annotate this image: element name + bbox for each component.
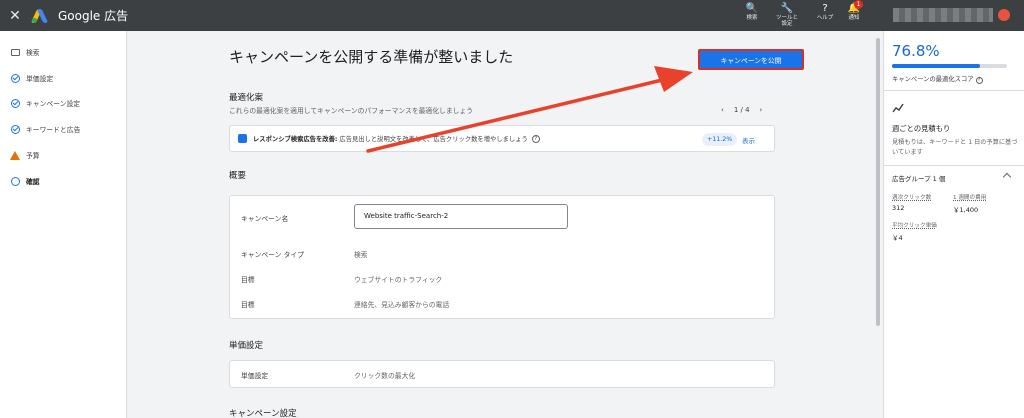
sidebar: 検索 単価設定 キャンペーン設定 キーワードと広告 予算 確認 bbox=[0, 31, 127, 418]
help-tool[interactable]: ? ヘルプ bbox=[812, 0, 838, 31]
page-title: キャンペーンを公開する準備が整いました bbox=[229, 48, 514, 66]
sidebar-item-review[interactable]: 確認 bbox=[10, 174, 40, 188]
goal-label: 目標 bbox=[241, 301, 255, 309]
bidding-title: 単価設定 bbox=[229, 341, 264, 351]
goal-value: ウェブサイトのトラフィック bbox=[354, 276, 443, 284]
sidebar-item-keywords-ads[interactable]: キーワードと広告 bbox=[10, 122, 80, 136]
help-icon[interactable]: ? bbox=[975, 77, 983, 84]
trending-icon bbox=[892, 103, 904, 113]
bidding-card: 単価設定 クリック数の最大化 bbox=[229, 360, 775, 388]
campaign-type-value: 検索 bbox=[354, 251, 368, 259]
chevron-left-icon[interactable]: ‹ bbox=[721, 106, 724, 114]
close-icon[interactable]: ✕ bbox=[0, 8, 30, 24]
check-circle-icon bbox=[10, 98, 20, 108]
metric-value: ￥4 bbox=[892, 234, 903, 242]
metric-label: 週次クリック数 bbox=[892, 195, 932, 201]
notifications-tool[interactable]: 🔔 1 通知 bbox=[841, 0, 867, 31]
top-bar: ✕ Google 広告 🔍 検索 🔧 ツールと設定 ? ヘルプ 🔔 1 通知 bbox=[0, 0, 1024, 31]
weekly-estimate-title: 週ごとの見積もり bbox=[892, 124, 951, 133]
recommendation-pager: ‹ 1 / 4 › bbox=[721, 106, 763, 114]
metric-value: ￥1,400 bbox=[953, 206, 979, 214]
tools-settings-tool[interactable]: 🔧 ツールと設定 bbox=[774, 0, 800, 31]
account-info-blurred[interactable] bbox=[893, 8, 993, 22]
uplift-badge: +11.2% bbox=[702, 133, 738, 146]
google-ads-logo-icon bbox=[30, 8, 52, 23]
divider bbox=[884, 90, 1024, 91]
bidding-label: 単価設定 bbox=[241, 372, 269, 380]
sidebar-item-campaign-settings[interactable]: キャンペーン設定 bbox=[10, 96, 80, 110]
help-icon: ? bbox=[822, 3, 828, 14]
chevron-up-icon[interactable] bbox=[1002, 172, 1012, 182]
search-icon: 🔍 bbox=[745, 3, 759, 14]
check-circle-icon bbox=[10, 73, 20, 83]
score-label: キャンペーンの最適化スコア ? bbox=[892, 74, 983, 84]
summary-card: キャンペーン名 Website traffic-Search-2 キャンペーン … bbox=[229, 195, 775, 319]
search-box-icon bbox=[10, 47, 20, 57]
main-content: キャンペーンを公開する準備が整いました キャンペーンを公開 最適化案 これらの最… bbox=[128, 31, 873, 418]
optimization-title: 最適化案 bbox=[229, 93, 264, 103]
chevron-right-icon[interactable]: › bbox=[760, 106, 763, 114]
publish-campaign-button[interactable]: キャンペーンを公開 bbox=[698, 49, 804, 70]
optimization-score: 76.8% bbox=[892, 42, 940, 60]
show-recommendation-link[interactable]: 表示 bbox=[742, 135, 755, 145]
goal-value: 連絡先、見込み顧客からの電話 bbox=[354, 301, 450, 309]
metric-label: 1 週間の費用 bbox=[953, 195, 987, 201]
scrollbar-thumb[interactable] bbox=[876, 38, 880, 326]
wrench-icon: 🔧 bbox=[780, 3, 794, 14]
circle-icon bbox=[10, 176, 20, 186]
summary-title: 概要 bbox=[229, 171, 247, 181]
search-tool[interactable]: 🔍 検索 bbox=[739, 0, 765, 31]
score-progress-fill bbox=[892, 64, 981, 68]
brand-name: Google 広告 bbox=[58, 9, 129, 23]
sidebar-item-budget[interactable]: 予算 bbox=[10, 148, 40, 162]
right-panel: 76.8% キャンペーンの最適化スコア ? 週ごとの見積もり 見積もりは、キーワ… bbox=[883, 31, 1024, 418]
goal-label: 目標 bbox=[241, 276, 255, 284]
weekly-estimate-description: 見積もりは、キーワードと 1 日の予算に基づいています bbox=[892, 139, 1018, 156]
notification-badge: 1 bbox=[854, 0, 863, 9]
metric-label: 平均クリック単価 bbox=[892, 223, 937, 229]
campaign-name-label: キャンペーン名 bbox=[241, 215, 289, 223]
avatar[interactable] bbox=[998, 9, 1010, 21]
ad-group-count: 広告グループ 1 個 bbox=[892, 175, 946, 183]
warning-icon bbox=[10, 150, 20, 160]
metric-value: 312 bbox=[892, 204, 905, 212]
ad-recommendation-icon bbox=[238, 134, 247, 143]
sidebar-item-bidding[interactable]: 単価設定 bbox=[10, 71, 53, 85]
campaign-settings-title: キャンペーン設定 bbox=[229, 409, 297, 418]
check-circle-icon bbox=[10, 124, 20, 134]
optimization-subtitle: これらの最適化案を適用してキャンペーンのパフォーマンスを最適化しましょう bbox=[229, 107, 474, 115]
sidebar-item-search[interactable]: 検索 bbox=[10, 45, 40, 59]
campaign-name-input[interactable]: Website traffic-Search-2 bbox=[354, 204, 568, 229]
divider bbox=[884, 165, 1024, 166]
recommendation-card[interactable]: レスポンシブ検索広告を改善: 広告見出しと説明文を改善して、広告クリック数を増や… bbox=[229, 125, 775, 152]
help-icon[interactable]: ? bbox=[531, 134, 540, 143]
campaign-type-label: キャンペーン タイプ bbox=[241, 251, 304, 259]
score-progress-bar bbox=[892, 64, 1007, 68]
bidding-value: クリック数の最大化 bbox=[354, 372, 416, 380]
